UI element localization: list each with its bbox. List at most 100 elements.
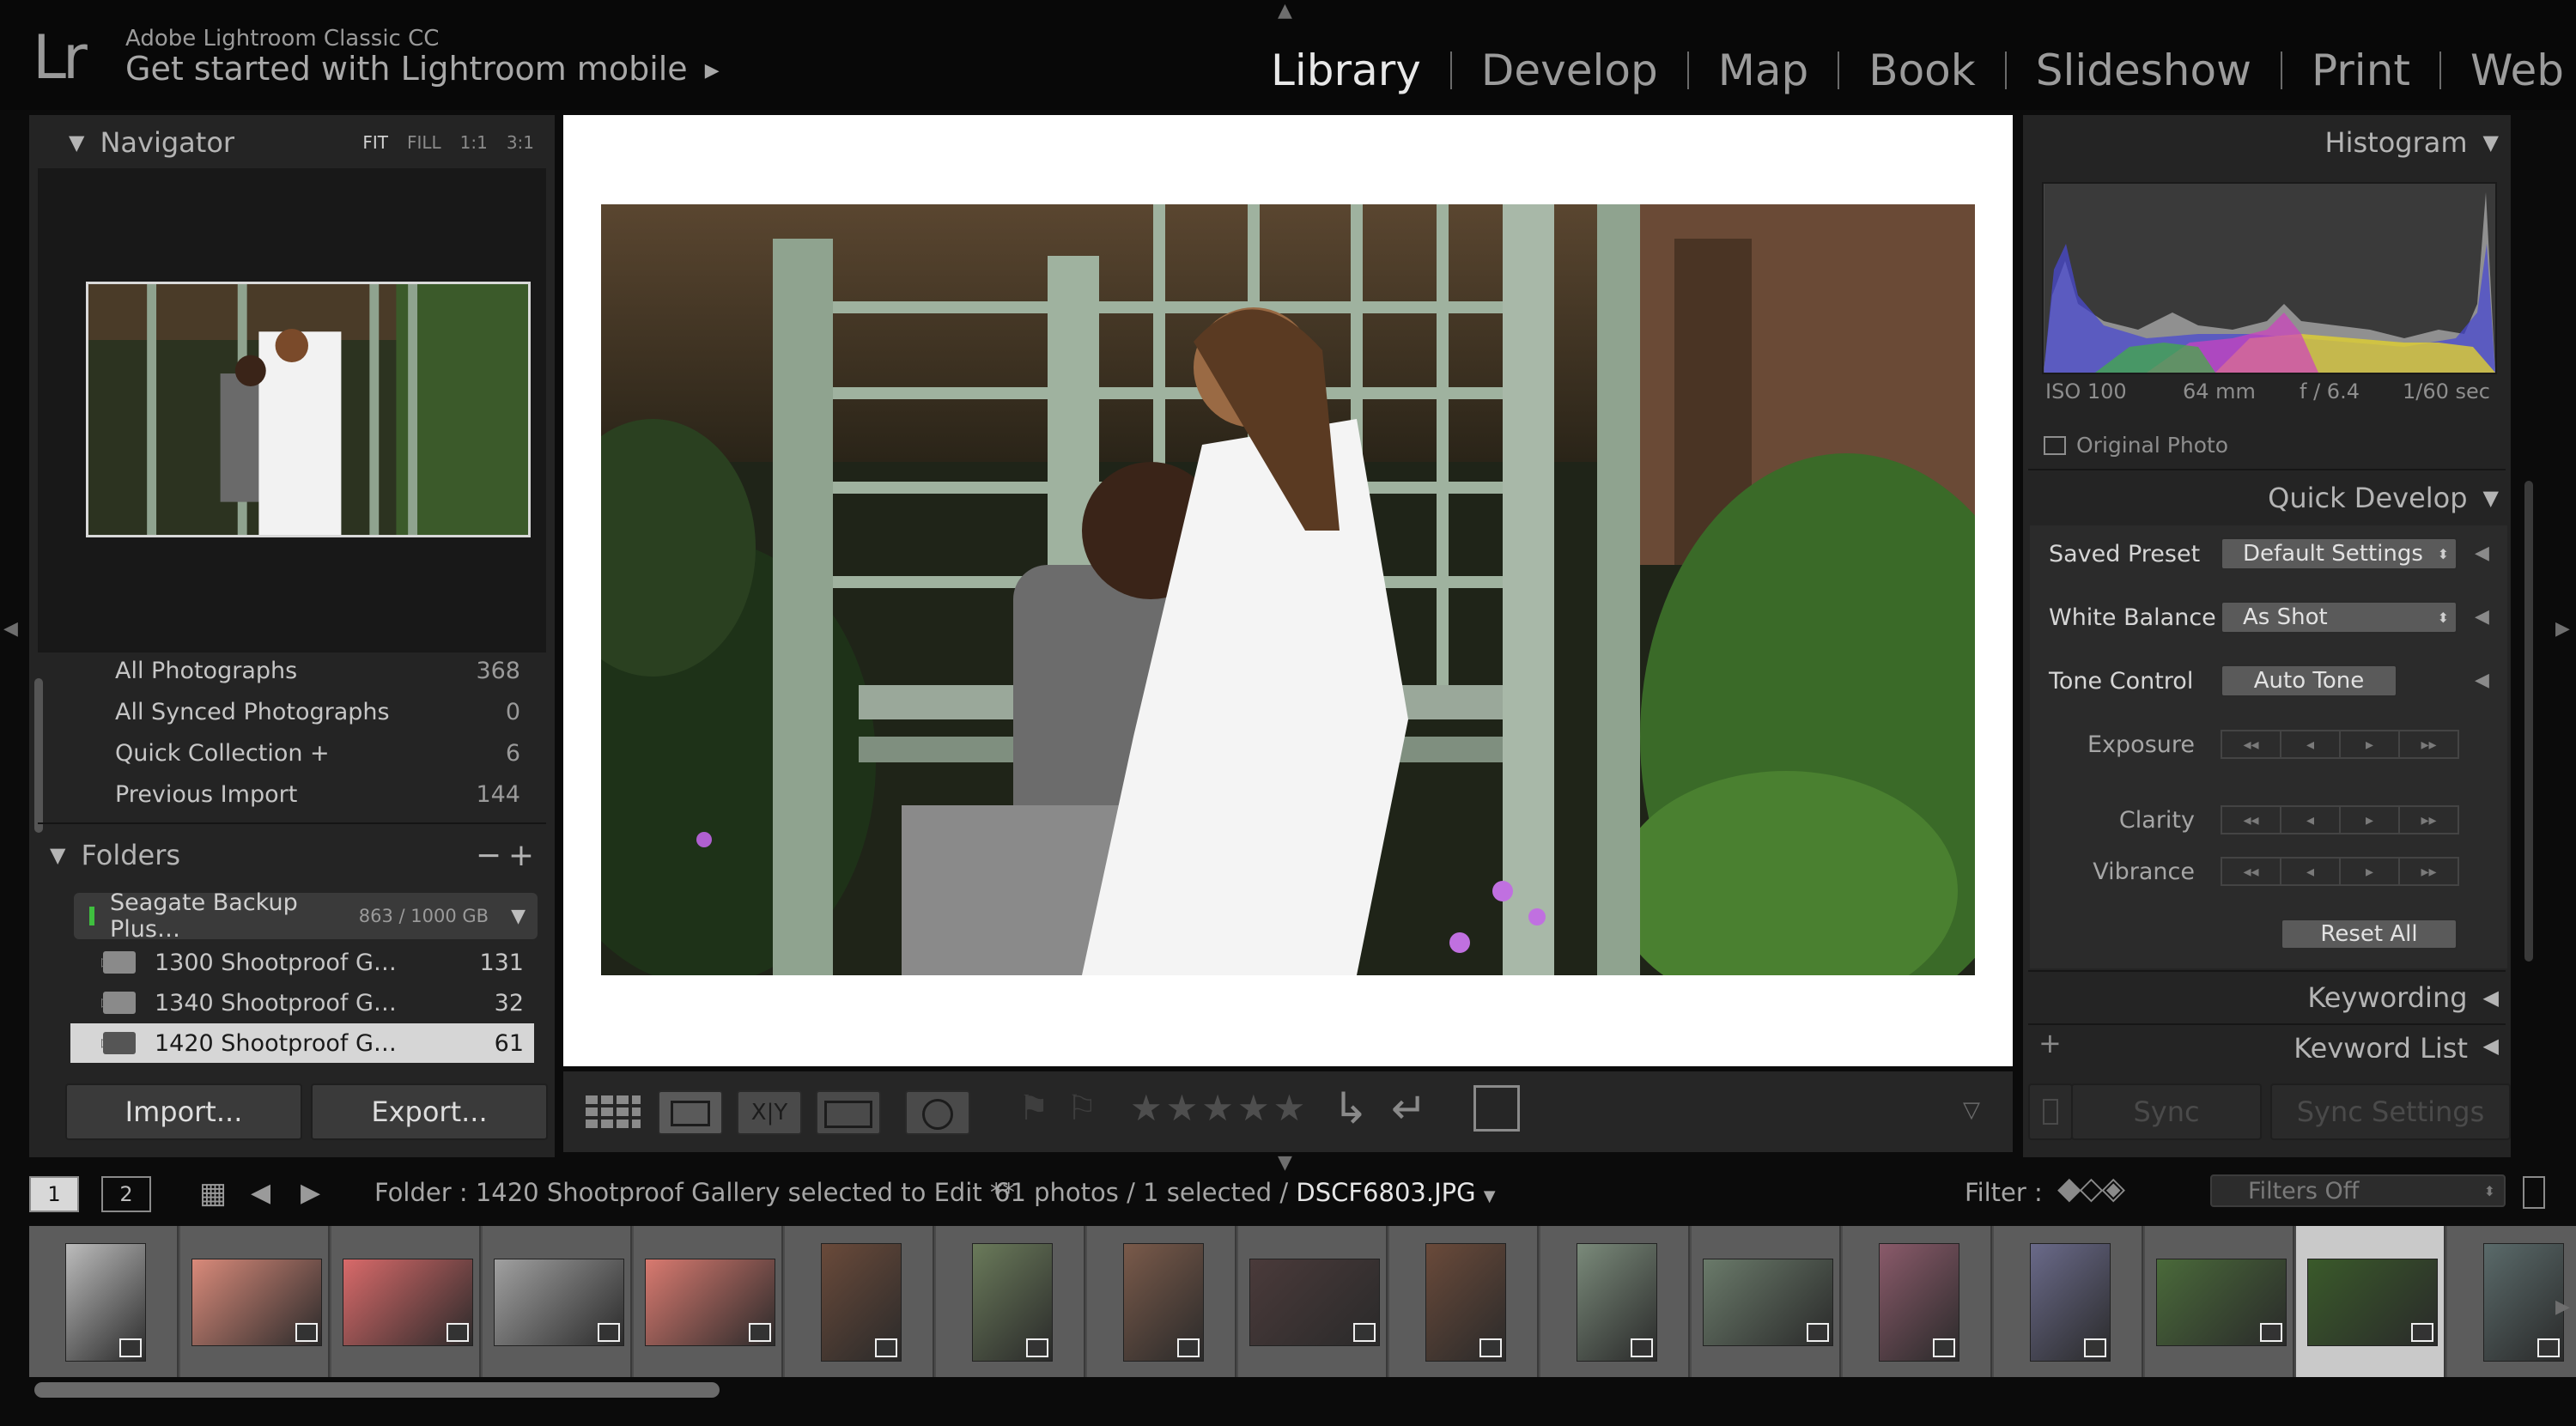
sync-settings-button[interactable]: Sync Settings	[2270, 1083, 2511, 1140]
decrease-large-button[interactable]: ◂◂	[2221, 730, 2281, 759]
filmstrip-thumbnail[interactable]	[1087, 1226, 1236, 1377]
increase-large-button[interactable]: ▸▸	[2398, 805, 2459, 834]
filmstrip-thumbnail[interactable]	[331, 1226, 481, 1377]
decrease-button[interactable]: ◂	[2280, 805, 2341, 834]
increase-button[interactable]: ▸	[2339, 857, 2400, 886]
export-button[interactable]: Export...	[311, 1083, 548, 1140]
filmstrip-thumbnail[interactable]	[180, 1226, 330, 1377]
zoom-fill[interactable]: FILL	[407, 132, 441, 153]
compare-view-button[interactable]: X|Y	[737, 1090, 802, 1135]
filmstrip-thumbnail[interactable]	[1843, 1226, 1992, 1377]
decrease-large-button[interactable]: ◂◂	[2221, 805, 2281, 834]
forward-arrow-icon[interactable]: ▶	[301, 1178, 320, 1208]
people-view-button[interactable]	[905, 1090, 970, 1135]
window-1-button[interactable]: 1	[29, 1176, 79, 1212]
increase-large-button[interactable]: ▸▸	[2398, 730, 2459, 759]
volume-row[interactable]: Seagate Backup Plus… 863 / 1000 GB ▼	[74, 889, 538, 943]
sync-button[interactable]: Sync	[2071, 1083, 2262, 1140]
expand-left-icon[interactable]: ◀	[2475, 543, 2489, 564]
filmstrip-thumbnail[interactable]	[1540, 1226, 1690, 1377]
chevron-down-icon[interactable]: ▼	[1484, 1187, 1496, 1205]
loupe-view-button[interactable]	[658, 1090, 723, 1135]
histogram-header[interactable]: Histogram ▼	[2028, 117, 2506, 168]
list-item[interactable]: Previous Import 144	[115, 781, 520, 808]
rotate-right-icon[interactable]: ↵	[1391, 1083, 1427, 1133]
filter-select[interactable]: Filters Off ⬍	[2210, 1174, 2506, 1207]
expand-left-icon[interactable]: ◀	[2475, 670, 2489, 691]
zoom-3-1[interactable]: 3:1	[507, 132, 534, 153]
clarity-stepper[interactable]: ◂◂ ◂ ▸ ▸▸	[2221, 805, 2459, 834]
vibrance-stepper[interactable]: ◂◂ ◂ ▸ ▸▸	[2221, 857, 2459, 886]
keyword-list-header[interactable]: + Keyword List ◀	[2028, 1030, 2506, 1058]
filmstrip-thumbnail[interactable]	[1692, 1226, 1841, 1377]
window-2-button[interactable]: 2	[101, 1176, 151, 1212]
selected-filename[interactable]: DSCF6803.JPG	[1296, 1178, 1475, 1207]
chevron-down-icon[interactable]: ▼	[511, 906, 526, 927]
main-photo[interactable]	[601, 204, 1975, 975]
saved-preset-select[interactable]: Default Settings ⬍	[2221, 537, 2458, 570]
navigator-thumbnail[interactable]	[86, 282, 531, 537]
module-library[interactable]: Library	[1242, 46, 1450, 95]
filmstrip-scroll-right-icon[interactable]: ▶	[2555, 1296, 2570, 1318]
increase-button[interactable]: ▸	[2339, 805, 2400, 834]
original-photo-toggle[interactable]: Original Photo	[2044, 433, 2228, 458]
checkbox[interactable]	[2044, 435, 2066, 455]
module-develop[interactable]: Develop	[1452, 46, 1687, 95]
folders-header[interactable]: ▼ Folders − +	[38, 829, 546, 881]
bottom-panel-toggle-icon[interactable]: ▼	[1278, 1152, 1292, 1174]
expand-left-icon[interactable]: ◀	[2475, 606, 2489, 628]
collapse-icon[interactable]: ▼	[2483, 130, 2499, 155]
expand-left-icon[interactable]: ◀	[2483, 1034, 2499, 1058]
filter-lock-icon[interactable]	[2523, 1176, 2545, 1209]
filmstrip-thumbnail[interactable]	[634, 1226, 783, 1377]
filmstrip-thumbnail[interactable]	[2296, 1226, 2445, 1377]
filmstrip-thumbnail[interactable]	[1238, 1226, 1388, 1377]
folder-item[interactable]: ▷1340 Shootproof G…32	[70, 983, 534, 1022]
rotate-left-icon[interactable]: ↳	[1333, 1083, 1369, 1133]
add-folder-icon[interactable]: +	[508, 838, 534, 873]
histogram[interactable]	[2042, 182, 2497, 374]
mobile-promo-label[interactable]: Get started with Lightroom mobile	[125, 50, 688, 88]
toolbar-menu-icon[interactable]: ▽	[1963, 1097, 1980, 1123]
module-print[interactable]: Print	[2282, 46, 2439, 95]
grid-view-icon[interactable]	[580, 1090, 646, 1135]
module-web[interactable]: Web	[2441, 46, 2564, 95]
filmstrip-thumbnail[interactable]	[936, 1226, 1085, 1377]
keywording-header[interactable]: Keywording ◀	[2028, 972, 2506, 1023]
filmstrip-thumbnail[interactable]	[785, 1226, 934, 1377]
filmstrip-thumbnail[interactable]	[2145, 1226, 2294, 1377]
list-item[interactable]: All Photographs 368	[115, 658, 520, 684]
filmstrip-thumbnail[interactable]	[483, 1226, 632, 1377]
list-item[interactable]: All Synced Photographs 0	[115, 699, 520, 725]
top-panel-toggle-icon[interactable]: ▲	[1278, 0, 1292, 21]
module-book[interactable]: Book	[1839, 46, 2004, 95]
play-icon[interactable]: ▶	[705, 60, 720, 82]
reset-all-button[interactable]: Reset All	[2281, 919, 2458, 950]
exposure-stepper[interactable]: ◂◂ ◂ ▸ ▸▸	[2221, 730, 2459, 759]
white-balance-select[interactable]: As Shot ⬍	[2221, 601, 2458, 634]
sync-toggle-button[interactable]	[2028, 1083, 2073, 1140]
filmstrip-thumbnail[interactable]	[1994, 1226, 2143, 1377]
left-panel-toggle-icon[interactable]: ◀	[3, 618, 18, 640]
collapse-icon[interactable]: ▼	[50, 843, 65, 867]
survey-view-button[interactable]	[816, 1090, 881, 1135]
add-keyword-icon[interactable]: +	[2038, 1030, 2062, 1058]
navigator-header[interactable]: ▼ Navigator FIT FILL 1:1 3:1	[57, 117, 546, 168]
decrease-button[interactable]: ◂	[2280, 857, 2341, 886]
zoom-fit[interactable]: FIT	[362, 132, 388, 153]
remove-folder-icon[interactable]: −	[476, 838, 501, 873]
flag-reject-icon[interactable]: ⚐	[1066, 1089, 1097, 1128]
crop-overlay-icon[interactable]	[1473, 1085, 1520, 1132]
flag-pick-icon[interactable]: ⚑	[1018, 1089, 1049, 1128]
auto-tone-button[interactable]: Auto Tone	[2221, 664, 2397, 697]
list-item[interactable]: Quick Collection + 6	[115, 740, 520, 767]
folder-item[interactable]: ▷1300 Shootproof G…131	[70, 943, 534, 982]
increase-large-button[interactable]: ▸▸	[2398, 857, 2459, 886]
filter-flags-icon[interactable]: ◆◇◈	[2057, 1171, 2125, 1206]
module-map[interactable]: Map	[1689, 46, 1838, 95]
zoom-1-1[interactable]: 1:1	[460, 132, 488, 153]
increase-button[interactable]: ▸	[2339, 730, 2400, 759]
mobile-promo[interactable]: Get started with Lightroom mobile ▶	[125, 50, 720, 88]
decrease-large-button[interactable]: ◂◂	[2221, 857, 2281, 886]
star-rating[interactable]: ★★★★★	[1130, 1087, 1309, 1129]
